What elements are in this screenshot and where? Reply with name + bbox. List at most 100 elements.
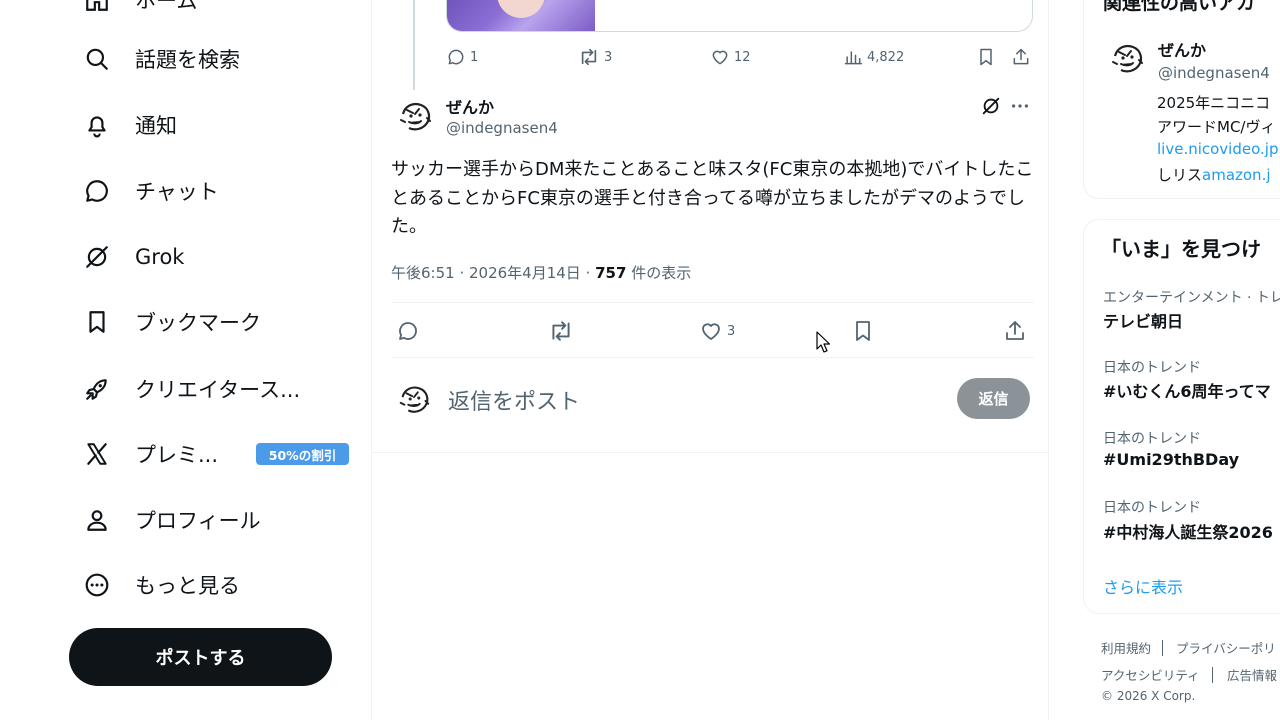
nav-notifications-label: 通知 xyxy=(135,114,177,138)
premium-discount-badge[interactable]: 50%の割引 xyxy=(256,443,349,465)
like-action[interactable]: 3 xyxy=(699,319,735,343)
nav-more[interactable]: もっと見る xyxy=(82,563,240,607)
chat-icon xyxy=(82,176,112,206)
nav-premium[interactable]: プレミ... xyxy=(82,432,218,476)
author-name[interactable]: ぜんか xyxy=(446,94,494,118)
reply-icon xyxy=(446,47,466,67)
x-logo-icon xyxy=(82,439,112,469)
trend-name[interactable]: #Umi29thBDay xyxy=(1103,450,1239,469)
trend-category: エンターテインメント · トレ xyxy=(1103,290,1280,306)
section-divider xyxy=(372,452,1048,453)
footer-terms-link[interactable]: 利用規約 xyxy=(1101,638,1151,657)
tweet-view-label: 件の表示 xyxy=(626,264,692,282)
trends-title: 「いま」を見つけ xyxy=(1101,237,1261,261)
previous-tweet-media[interactable] xyxy=(446,0,1033,32)
footer-separator xyxy=(1212,667,1213,683)
nav-creator-studio[interactable]: クリエイタース... xyxy=(82,367,300,411)
person-icon xyxy=(82,505,112,535)
tweet-meta: 午後6:51 · 2026年4月14日 · 757 件の表示 xyxy=(391,262,691,283)
author-avatar[interactable] xyxy=(393,94,437,138)
related-bio-line3: しリスamazon.j xyxy=(1157,164,1271,185)
grok-icon xyxy=(82,242,112,272)
related-handle[interactable]: @indegnasen4 xyxy=(1158,64,1270,82)
more-options-button[interactable] xyxy=(1009,95,1031,117)
nav-more-label: もっと見る xyxy=(135,574,240,598)
nav-grok-label: Grok xyxy=(135,245,185,269)
nav-chat[interactable]: チャット xyxy=(82,169,219,213)
reply-action[interactable] xyxy=(396,319,420,343)
trend-name[interactable]: #いむくん6周年ってマ xyxy=(1103,378,1271,402)
related-bio-line1: 2025年ニコニコ xyxy=(1157,94,1271,112)
share-action[interactable] xyxy=(1003,319,1027,343)
trend-category: 日本のトレンド xyxy=(1103,431,1201,447)
nav-premium-label: プレミ... xyxy=(135,443,219,467)
search-icon xyxy=(82,44,112,74)
prev-share-action[interactable] xyxy=(1011,47,1031,67)
bookmark-icon xyxy=(976,47,996,67)
related-avatar[interactable] xyxy=(1105,36,1149,80)
related-name[interactable]: ぜんか xyxy=(1158,37,1206,61)
footer-ads-link[interactable]: 広告情報 xyxy=(1227,665,1277,684)
trend-name[interactable]: #中村海人誕生祭2026 xyxy=(1103,519,1273,543)
bookmark-icon xyxy=(851,319,875,343)
nav-profile-label: プロフィール xyxy=(135,509,261,533)
repost-action[interactable] xyxy=(548,319,574,343)
tweet-timestamp[interactable]: 午後6:51 · 2026年4月14日 · xyxy=(391,264,595,282)
post-button[interactable]: ポストする xyxy=(69,628,332,686)
left-sidebar: ホーム 話題を検索 通知 チャット Grok ブックマーク クリエイタース...… xyxy=(0,0,371,720)
bookmark-icon xyxy=(82,307,112,337)
prev-like-count: 12 xyxy=(734,49,751,65)
home-icon xyxy=(82,0,112,15)
thread-line xyxy=(413,0,415,90)
nav-explore[interactable]: 話題を検索 xyxy=(82,37,240,81)
divider xyxy=(391,357,1034,358)
footer-separator xyxy=(1162,640,1163,656)
nav-profile[interactable]: プロフィール xyxy=(82,498,261,542)
trend-name[interactable]: テレビ朝日 xyxy=(1103,308,1183,332)
heart-icon xyxy=(710,47,730,67)
share-icon xyxy=(1011,47,1031,67)
nav-bookmarks[interactable]: ブックマーク xyxy=(82,300,261,344)
grok-action[interactable] xyxy=(980,95,1002,117)
show-more-link[interactable]: さらに表示 xyxy=(1103,574,1183,598)
prev-reply-action[interactable]: 1 xyxy=(446,47,478,67)
main-column: 1 3 12 4,822 ぜんか @indegnasen4 サッカー選手からDM… xyxy=(371,0,1049,720)
repost-icon xyxy=(548,319,574,343)
footer-copyright: © 2026 X Corp. xyxy=(1101,689,1196,703)
prev-reply-count: 1 xyxy=(470,49,479,65)
rocket-icon xyxy=(82,374,112,404)
related-bio-link1[interactable]: live.nicovideo.jp xyxy=(1157,140,1278,158)
author-handle[interactable]: @indegnasen4 xyxy=(446,119,558,137)
trend-category: 日本のトレンド xyxy=(1103,500,1201,516)
reply-submit-button[interactable]: 返信 xyxy=(957,378,1030,419)
prev-repost-action[interactable]: 3 xyxy=(578,47,612,67)
related-bio-line2: アワードMC/ヴィ xyxy=(1157,118,1276,136)
trend-category: 日本のトレンド xyxy=(1103,360,1201,376)
footer-accessibility-link[interactable]: アクセシビリティ xyxy=(1101,665,1200,684)
prev-views-action[interactable]: 4,822 xyxy=(843,47,904,67)
footer-privacy-link[interactable]: プライバシーポリ xyxy=(1176,638,1276,657)
related-bio-link2[interactable]: amazon.j xyxy=(1202,166,1271,184)
share-icon xyxy=(1003,319,1027,343)
grok-icon xyxy=(980,95,1002,117)
nav-creator-studio-label: クリエイタース... xyxy=(135,378,301,402)
bookmark-action[interactable] xyxy=(851,319,875,343)
media-thumbnail[interactable] xyxy=(447,0,595,31)
prev-like-action[interactable]: 12 xyxy=(710,47,751,67)
trends-card xyxy=(1083,219,1280,614)
prev-bookmark-action[interactable] xyxy=(976,47,996,67)
nav-notifications[interactable]: 通知 xyxy=(82,103,177,147)
nav-home[interactable]: ホーム xyxy=(82,0,197,22)
bell-icon xyxy=(82,110,112,140)
right-sidebar: 関連性の高いアカ ぜんか @indegnasen4 2025年ニコニコ アワード… xyxy=(1049,0,1280,720)
nav-grok[interactable]: Grok xyxy=(82,235,184,279)
heart-icon xyxy=(699,319,723,343)
prev-views-count: 4,822 xyxy=(867,49,905,65)
repost-icon xyxy=(578,47,600,67)
reply-input[interactable]: 返信をポスト xyxy=(448,384,580,416)
more-circle-icon xyxy=(82,570,112,600)
related-title: 関連性の高いアカ xyxy=(1103,0,1256,14)
my-avatar[interactable] xyxy=(393,378,435,420)
reply-icon xyxy=(396,319,420,343)
nav-explore-label: 話題を検索 xyxy=(135,48,240,72)
